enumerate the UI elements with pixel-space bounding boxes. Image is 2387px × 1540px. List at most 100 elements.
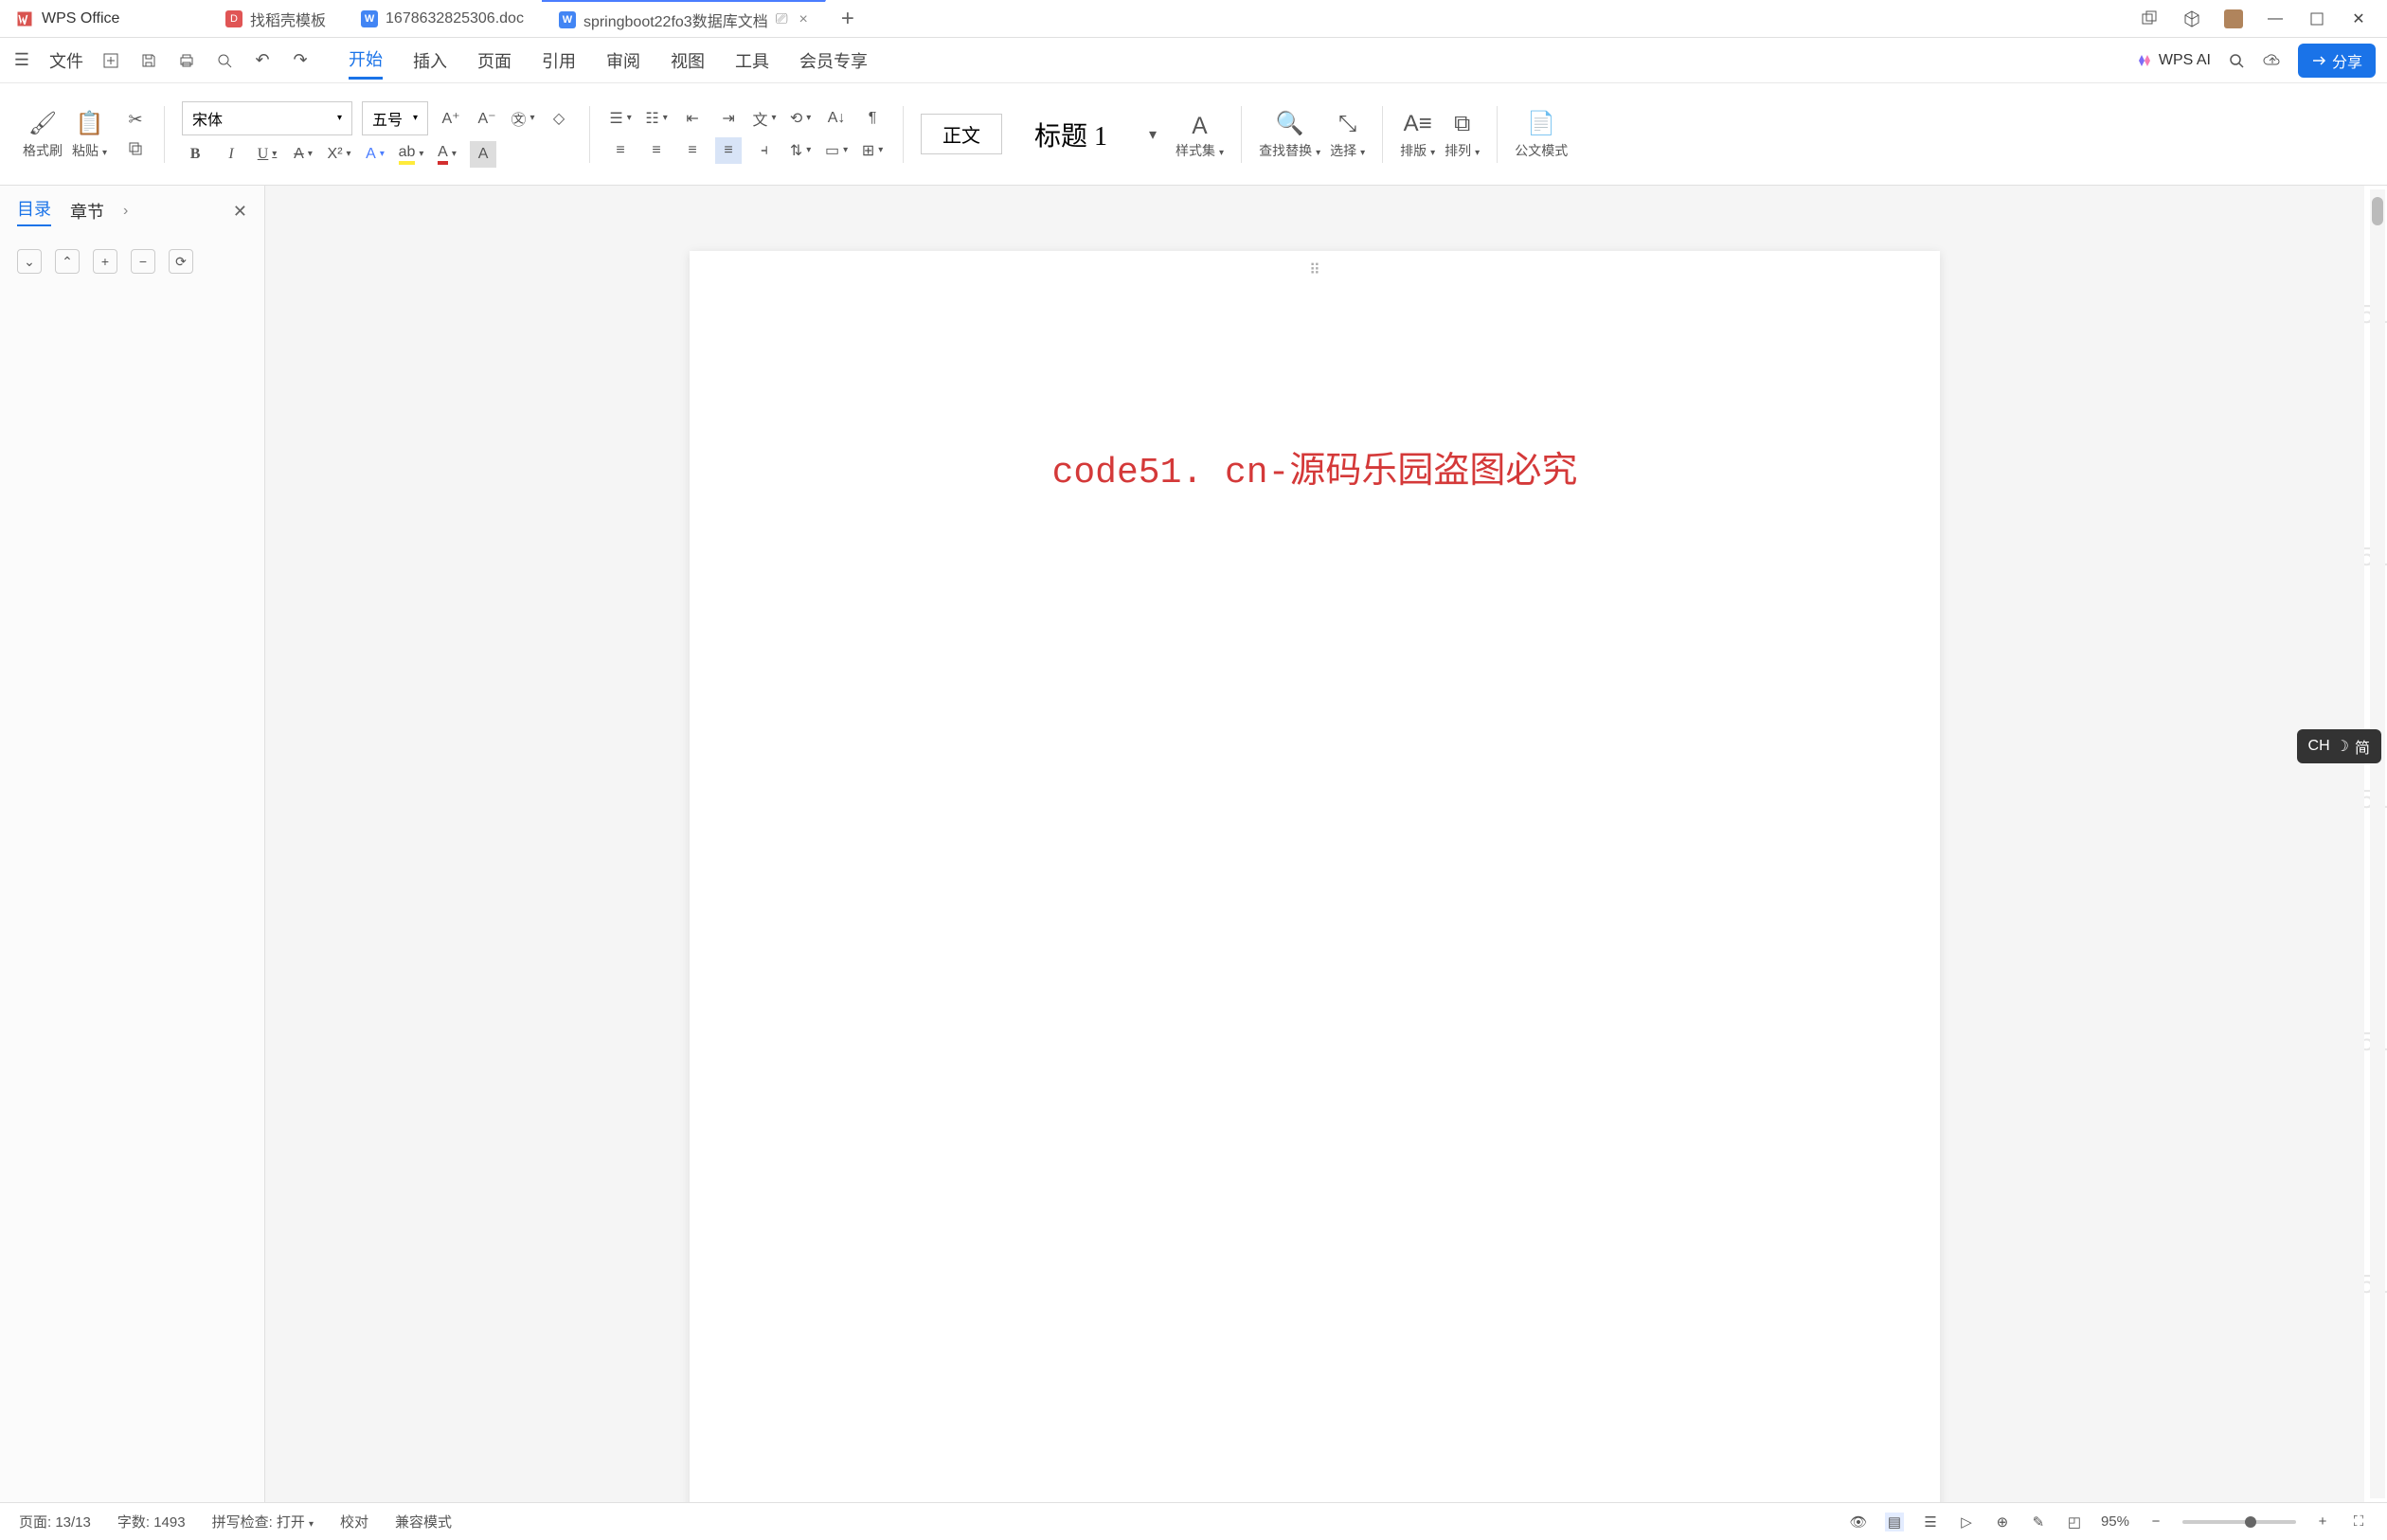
bullets-button[interactable]: ☰▾ [607, 105, 634, 132]
globe-icon[interactable]: ⊕ [1993, 1513, 2012, 1531]
menu-tab-insert[interactable]: 插入 [413, 43, 447, 79]
copy-icon[interactable] [124, 137, 147, 160]
minimize-button[interactable]: — [2266, 9, 2285, 28]
chevron-down-icon[interactable]: ⌄ [17, 249, 42, 274]
print-icon[interactable] [176, 50, 197, 71]
align-center-button[interactable]: ≡ [643, 137, 670, 164]
menu-tab-page[interactable]: 页面 [477, 43, 512, 79]
tab-templates[interactable]: D 找稻壳模板 [208, 0, 344, 37]
zoom-out-button[interactable]: − [2146, 1513, 2165, 1531]
outline-tab-toc[interactable]: 目录 [17, 196, 51, 226]
style-heading1[interactable]: 标题 1 [1014, 110, 1128, 159]
decrease-font-icon[interactable]: A⁻ [474, 105, 500, 132]
scroll-thumb[interactable] [2372, 197, 2383, 225]
menu-tab-references[interactable]: 引用 [542, 43, 576, 79]
line-spacing-button[interactable]: ⇅▾ [787, 137, 814, 164]
menu-tab-vip[interactable]: 会员专享 [799, 43, 868, 79]
focus-icon[interactable]: ◰ [2065, 1513, 2084, 1531]
share-button[interactable]: 分享 [2298, 44, 2376, 78]
convert-button[interactable]: ⟲▾ [787, 105, 814, 132]
gongwen-button[interactable]: 📄 公文模式 [1515, 109, 1568, 160]
status-words[interactable]: 字数: 1493 [117, 1512, 186, 1531]
maximize-button[interactable] [2307, 9, 2326, 28]
numbering-button[interactable]: ☷▾ [643, 105, 670, 132]
increase-font-icon[interactable]: A⁺ [438, 105, 464, 132]
format-brush-button[interactable]: 🖌 格式刷 [23, 109, 63, 160]
menu-tab-view[interactable]: 视图 [671, 43, 705, 79]
zoom-slider[interactable] [2182, 1520, 2296, 1524]
show-marks-button[interactable]: ¶ [859, 105, 886, 132]
pinyin-icon[interactable]: ㉆▾ [510, 105, 536, 132]
tab-doc-1[interactable]: W 1678632825306.doc [344, 0, 542, 37]
underline-button[interactable]: U▾ [254, 141, 280, 168]
eye-icon[interactable]: 👁 [1849, 1513, 1868, 1531]
align-justify-button[interactable]: ≡ [715, 137, 742, 164]
arrange-button[interactable]: ⧉ 排列▾ [1445, 109, 1480, 160]
zoom-in-button[interactable]: + [2313, 1513, 2332, 1531]
status-proof[interactable]: 校对 [340, 1512, 368, 1531]
ime-badge[interactable]: CH ☽ 简 [2297, 729, 2381, 763]
style-dropdown-icon[interactable]: ▾ [1140, 121, 1166, 148]
new-icon[interactable] [100, 50, 121, 71]
layout1-icon[interactable]: ▤ [1885, 1513, 1904, 1531]
menu-icon[interactable]: ☰ [11, 50, 32, 71]
document-area[interactable]: ⠿ code51. cn-源码乐园盗图必究 [265, 185, 2364, 1502]
tab-doc-2[interactable]: W springboot22fo3数据库文档 ⎚ × [542, 0, 826, 37]
play-icon[interactable]: ▷ [1957, 1513, 1976, 1531]
borders-button[interactable]: ⊞▾ [859, 137, 886, 164]
font-family-select[interactable]: 宋体▾ [182, 101, 352, 135]
wps-ai-button[interactable]: WPS AI [2136, 52, 2211, 69]
chevron-up-icon[interactable]: ⌃ [55, 249, 80, 274]
undo-icon[interactable]: ↶ [252, 50, 273, 71]
menu-tab-review[interactable]: 审阅 [606, 43, 640, 79]
increase-indent-button[interactable]: ⇥ [715, 105, 742, 132]
pencil-icon[interactable]: ✎ [2029, 1513, 2048, 1531]
multiwindow-icon[interactable] [2141, 9, 2160, 28]
cut-icon[interactable]: ✂ [124, 109, 147, 132]
styleset-button[interactable]: Ａ 样式集▾ [1176, 109, 1224, 160]
close-button[interactable]: ✕ [2349, 9, 2368, 28]
file-menu[interactable]: 文件 [49, 48, 83, 73]
plus-icon[interactable]: + [93, 249, 117, 274]
strikethrough-button[interactable]: A▾ [290, 141, 316, 168]
status-page[interactable]: 页面: 13/13 [19, 1512, 91, 1531]
paste-button[interactable]: 📋 粘贴▾ [72, 109, 107, 160]
avatar-icon[interactable] [2224, 9, 2243, 28]
text-effects-button[interactable]: A▾ [362, 141, 388, 168]
align-left-button[interactable]: ≡ [607, 137, 634, 164]
status-compat[interactable]: 兼容模式 [395, 1512, 452, 1531]
superscript-button[interactable]: X²▾ [326, 141, 352, 168]
minus-icon[interactable]: − [131, 249, 155, 274]
search-icon[interactable] [2226, 50, 2247, 71]
preview-icon[interactable] [214, 50, 235, 71]
find-replace-button[interactable]: 🔍 查找替换▾ [1259, 109, 1320, 160]
align-right-button[interactable]: ≡ [679, 137, 706, 164]
italic-button[interactable]: I [218, 141, 244, 168]
font-color-button[interactable]: A▾ [434, 141, 460, 168]
menu-tab-home[interactable]: 开始 [349, 41, 383, 80]
text-direction-button[interactable]: 文▾ [751, 105, 778, 132]
char-shading-button[interactable]: A [470, 141, 496, 168]
zoom-thumb[interactable] [2245, 1516, 2256, 1528]
redo-icon[interactable]: ↷ [290, 50, 311, 71]
add-tab-button[interactable]: + [826, 6, 870, 32]
fullscreen-icon[interactable]: ⛶ [2349, 1513, 2368, 1531]
font-size-select[interactable]: 五号▾ [362, 101, 428, 135]
cube-icon[interactable] [2182, 9, 2201, 28]
cloud-upload-icon[interactable] [2262, 50, 2283, 71]
select-button[interactable]: ⤡ 选择▾ [1330, 109, 1365, 160]
refresh-icon[interactable]: ⟳ [169, 249, 193, 274]
style-normal[interactable]: 正文 [921, 114, 1002, 154]
distributed-button[interactable]: ⫞ [751, 137, 778, 164]
drag-handle-icon[interactable]: ⠿ [1309, 260, 1320, 279]
sort-button[interactable]: A↓ [823, 105, 850, 132]
menu-tab-tools[interactable]: 工具 [735, 43, 769, 79]
decrease-indent-button[interactable]: ⇤ [679, 105, 706, 132]
zoom-value[interactable]: 95% [2101, 1513, 2129, 1530]
layout2-icon[interactable]: ☰ [1921, 1513, 1940, 1531]
shading-button[interactable]: ▭▾ [823, 137, 850, 164]
save-icon[interactable] [138, 50, 159, 71]
highlight-button[interactable]: ab▾ [398, 141, 424, 168]
layout-button[interactable]: A≡ 排版▾ [1400, 109, 1435, 160]
status-spell[interactable]: 拼写检查: 打开▾ [212, 1512, 314, 1531]
